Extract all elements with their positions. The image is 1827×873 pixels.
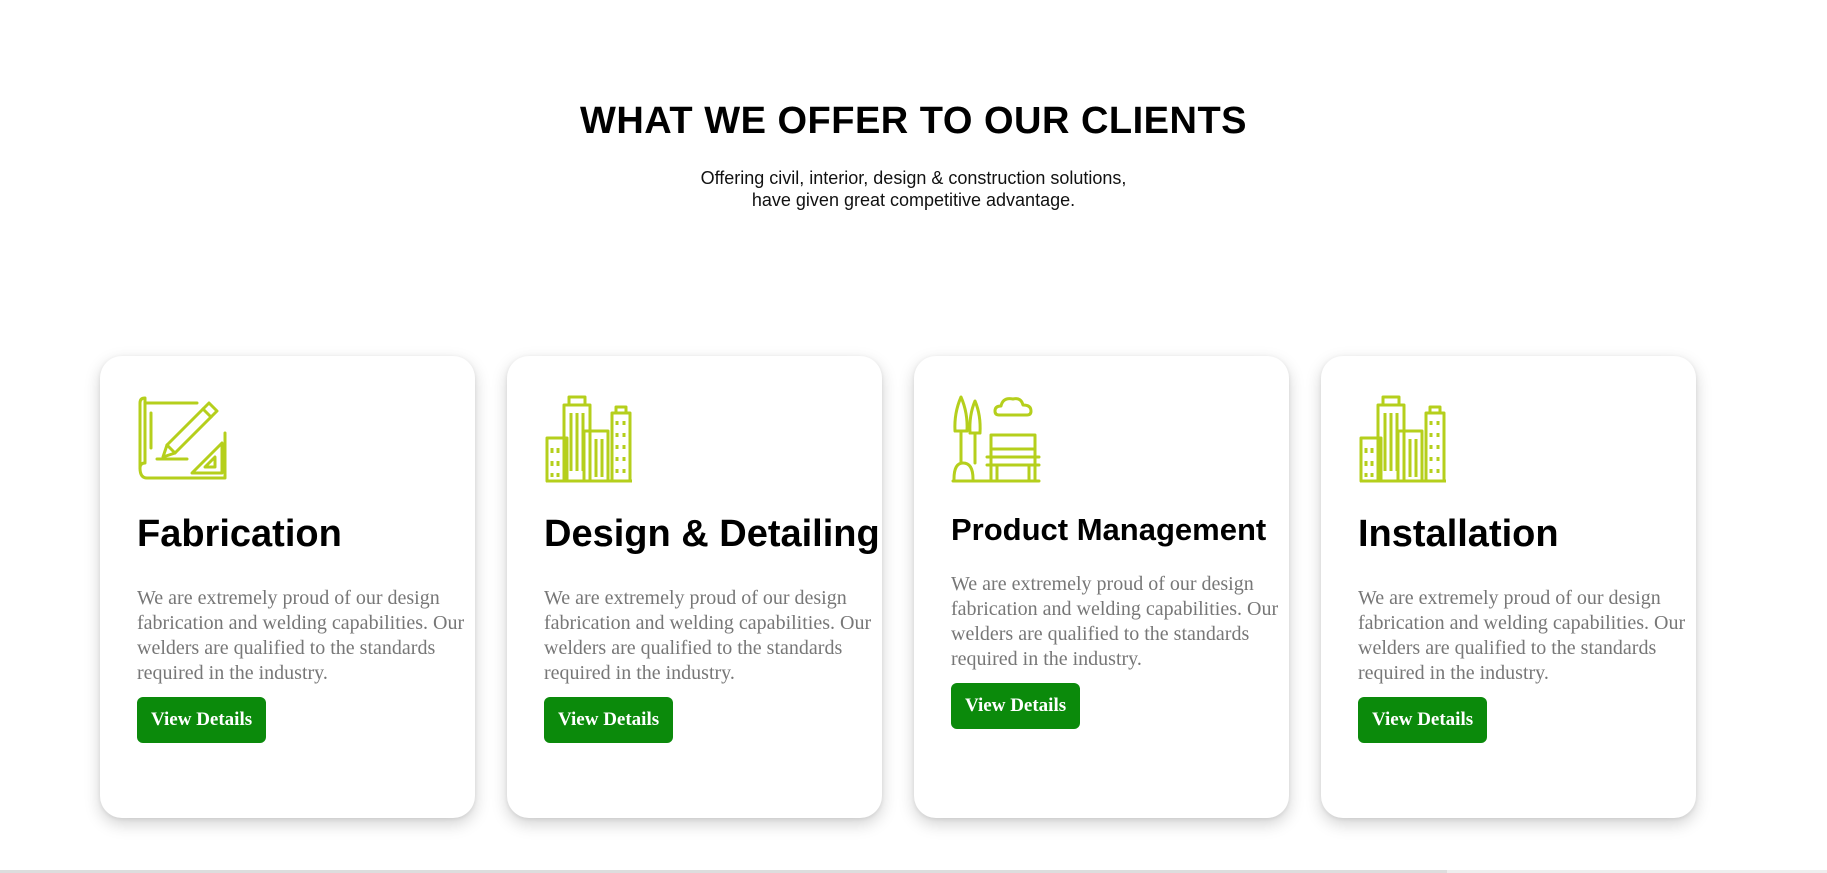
- card-title: Design & Detailing: [544, 513, 880, 555]
- city-buildings-icon: [544, 393, 634, 483]
- subtitle-line-1: Offering civil, interior, design & const…: [700, 168, 1127, 188]
- park-bench-icon: [951, 393, 1041, 483]
- city-buildings-icon: [1358, 393, 1448, 483]
- view-details-button[interactable]: View Details: [1358, 697, 1488, 743]
- card-description: We are extremely proud of our design fab…: [137, 587, 465, 684]
- service-card-installation: Installation We are extremely proud of o…: [1321, 356, 1696, 818]
- service-card-design-detailing: Design & Detailing We are extremely prou…: [507, 356, 882, 818]
- card-description: We are extremely proud of our design fab…: [1358, 587, 1686, 684]
- subtitle-line-2: have given great competitive advantage.: [751, 190, 1076, 210]
- card-title: Fabrication: [137, 513, 342, 555]
- view-details-button[interactable]: View Details: [951, 683, 1081, 729]
- view-details-button[interactable]: View Details: [544, 697, 674, 743]
- card-title: Product Management: [951, 512, 1267, 547]
- section-title: WHAT WE OFFER TO OUR CLIENTS: [580, 100, 1247, 142]
- drafting-pencil-icon: [137, 393, 227, 483]
- view-details-button[interactable]: View Details: [137, 697, 267, 743]
- card-title: Installation: [1358, 513, 1559, 555]
- card-description: We are extremely proud of our design fab…: [544, 587, 872, 684]
- service-card-product-management: Product Management We are extremely prou…: [914, 356, 1289, 818]
- service-card-fabrication: Fabrication We are extremely proud of ou…: [100, 356, 475, 818]
- card-description: We are extremely proud of our design fab…: [951, 573, 1279, 670]
- section-subtitle: Offering civil, interior, design & const…: [0, 167, 1827, 211]
